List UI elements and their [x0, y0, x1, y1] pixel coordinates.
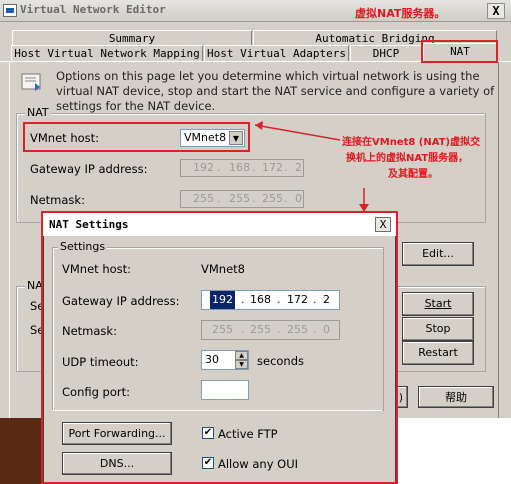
- udp-timeout-label: UDP timeout:: [62, 355, 139, 369]
- intro-description: Options on this page let you determine w…: [56, 69, 495, 113]
- udp-timeout-unit: seconds: [257, 354, 305, 368]
- netmask-display: 255 . 255 . 255 . 0: [180, 190, 304, 208]
- desktop-background: [0, 418, 43, 484]
- spin-down-icon[interactable]: ▼: [235, 360, 248, 369]
- netmask-label: Netmask:: [30, 193, 85, 207]
- annotation-box-nat-tab: [421, 40, 498, 63]
- settings-group-label: Settings: [58, 240, 108, 253]
- restart-button[interactable]: Restart: [402, 341, 474, 365]
- dlg-gateway-ip-input[interactable]: 192 . 168 . 172 . 2: [201, 290, 340, 310]
- ip-octet: 0: [323, 323, 330, 336]
- app-icon: [3, 4, 17, 17]
- udp-timeout-value: 30: [205, 353, 219, 366]
- edit-button[interactable]: Edit...: [402, 242, 474, 266]
- dlg-vmnet-host-value: VMnet8: [201, 262, 245, 276]
- dlg-netmask-label: Netmask:: [62, 324, 117, 338]
- ip-octet: 172: [262, 161, 283, 174]
- ip-octet: 255: [262, 192, 283, 205]
- annotation-top-text: 虚拟NAT服务器。: [355, 7, 446, 20]
- ip-octet: 255: [250, 323, 271, 336]
- annotation-line: 连接在VMnet8 (NAT)虚拟交: [342, 137, 481, 148]
- allow-any-oui-checkbox[interactable]: ✔: [202, 457, 214, 469]
- ip-octet: 255: [193, 192, 214, 205]
- desktop-background-right: [396, 418, 511, 484]
- nat-group-label: NAT: [25, 106, 51, 119]
- dlg-gateway-label: Gateway IP address:: [62, 294, 180, 308]
- separator: [52, 410, 382, 411]
- start-button[interactable]: Start: [402, 292, 474, 316]
- stop-button[interactable]: Stop: [402, 317, 474, 341]
- annotation-line: 及其配置。: [388, 169, 438, 180]
- start-button-label: Start: [424, 297, 452, 310]
- ip-octet: 2: [295, 161, 302, 174]
- ip-octet: 168: [229, 161, 250, 174]
- ip-octet-selected: 192: [210, 291, 235, 309]
- annotation-middle: 连接在VMnet8 (NAT)虚拟交 换机上的虚拟NAT服务器， 及其配置。: [342, 135, 480, 183]
- dlg-vmnet-host-label: VMnet host:: [62, 262, 132, 276]
- ip-octet: 2: [323, 293, 330, 306]
- ip-octet: 255: [287, 323, 308, 336]
- gateway-ip-display: 192 . 168 . 172 . 2: [180, 159, 304, 177]
- ip-octet: 168: [250, 293, 271, 306]
- network-info-icon: [21, 73, 41, 91]
- ip-octet: 192: [193, 161, 214, 174]
- close-button[interactable]: X: [487, 3, 505, 19]
- active-ftp-label: Active FTP: [218, 427, 278, 441]
- udp-timeout-spinner[interactable]: 30 ▲ ▼: [201, 350, 249, 370]
- dns-button[interactable]: DNS...: [62, 452, 172, 475]
- ip-octet: 255: [229, 192, 250, 205]
- help-button[interactable]: 帮助: [418, 386, 494, 408]
- port-forwarding-button[interactable]: Port Forwarding...: [62, 422, 172, 445]
- allow-any-oui-label: Allow any OUI: [218, 457, 299, 471]
- tab-host-virtual-adapters[interactable]: Host Virtual Adapters: [204, 45, 349, 62]
- window-title: Virtual Network Editor: [20, 3, 166, 16]
- annotation-line: 换机上的虚拟NAT服务器，: [346, 153, 469, 164]
- config-port-label: Config port:: [62, 385, 131, 399]
- tab-dhcp[interactable]: DHCP: [350, 45, 422, 62]
- annotation-box-vmnet-host: [23, 122, 250, 152]
- spin-up-icon[interactable]: ▲: [235, 351, 248, 360]
- dlg-netmask-display: 255 . 255 . 255 . 0: [201, 320, 340, 340]
- tab-host-virtual-network-mapping[interactable]: Host Virtual Network Mapping: [11, 45, 203, 62]
- active-ftp-checkbox[interactable]: ✔: [202, 427, 214, 439]
- ip-octet: 172: [287, 293, 308, 306]
- gateway-label: Gateway IP address:: [30, 162, 148, 176]
- ip-octet: 0: [295, 192, 302, 205]
- config-port-input[interactable]: [201, 380, 249, 400]
- ip-octet: 255: [212, 323, 233, 336]
